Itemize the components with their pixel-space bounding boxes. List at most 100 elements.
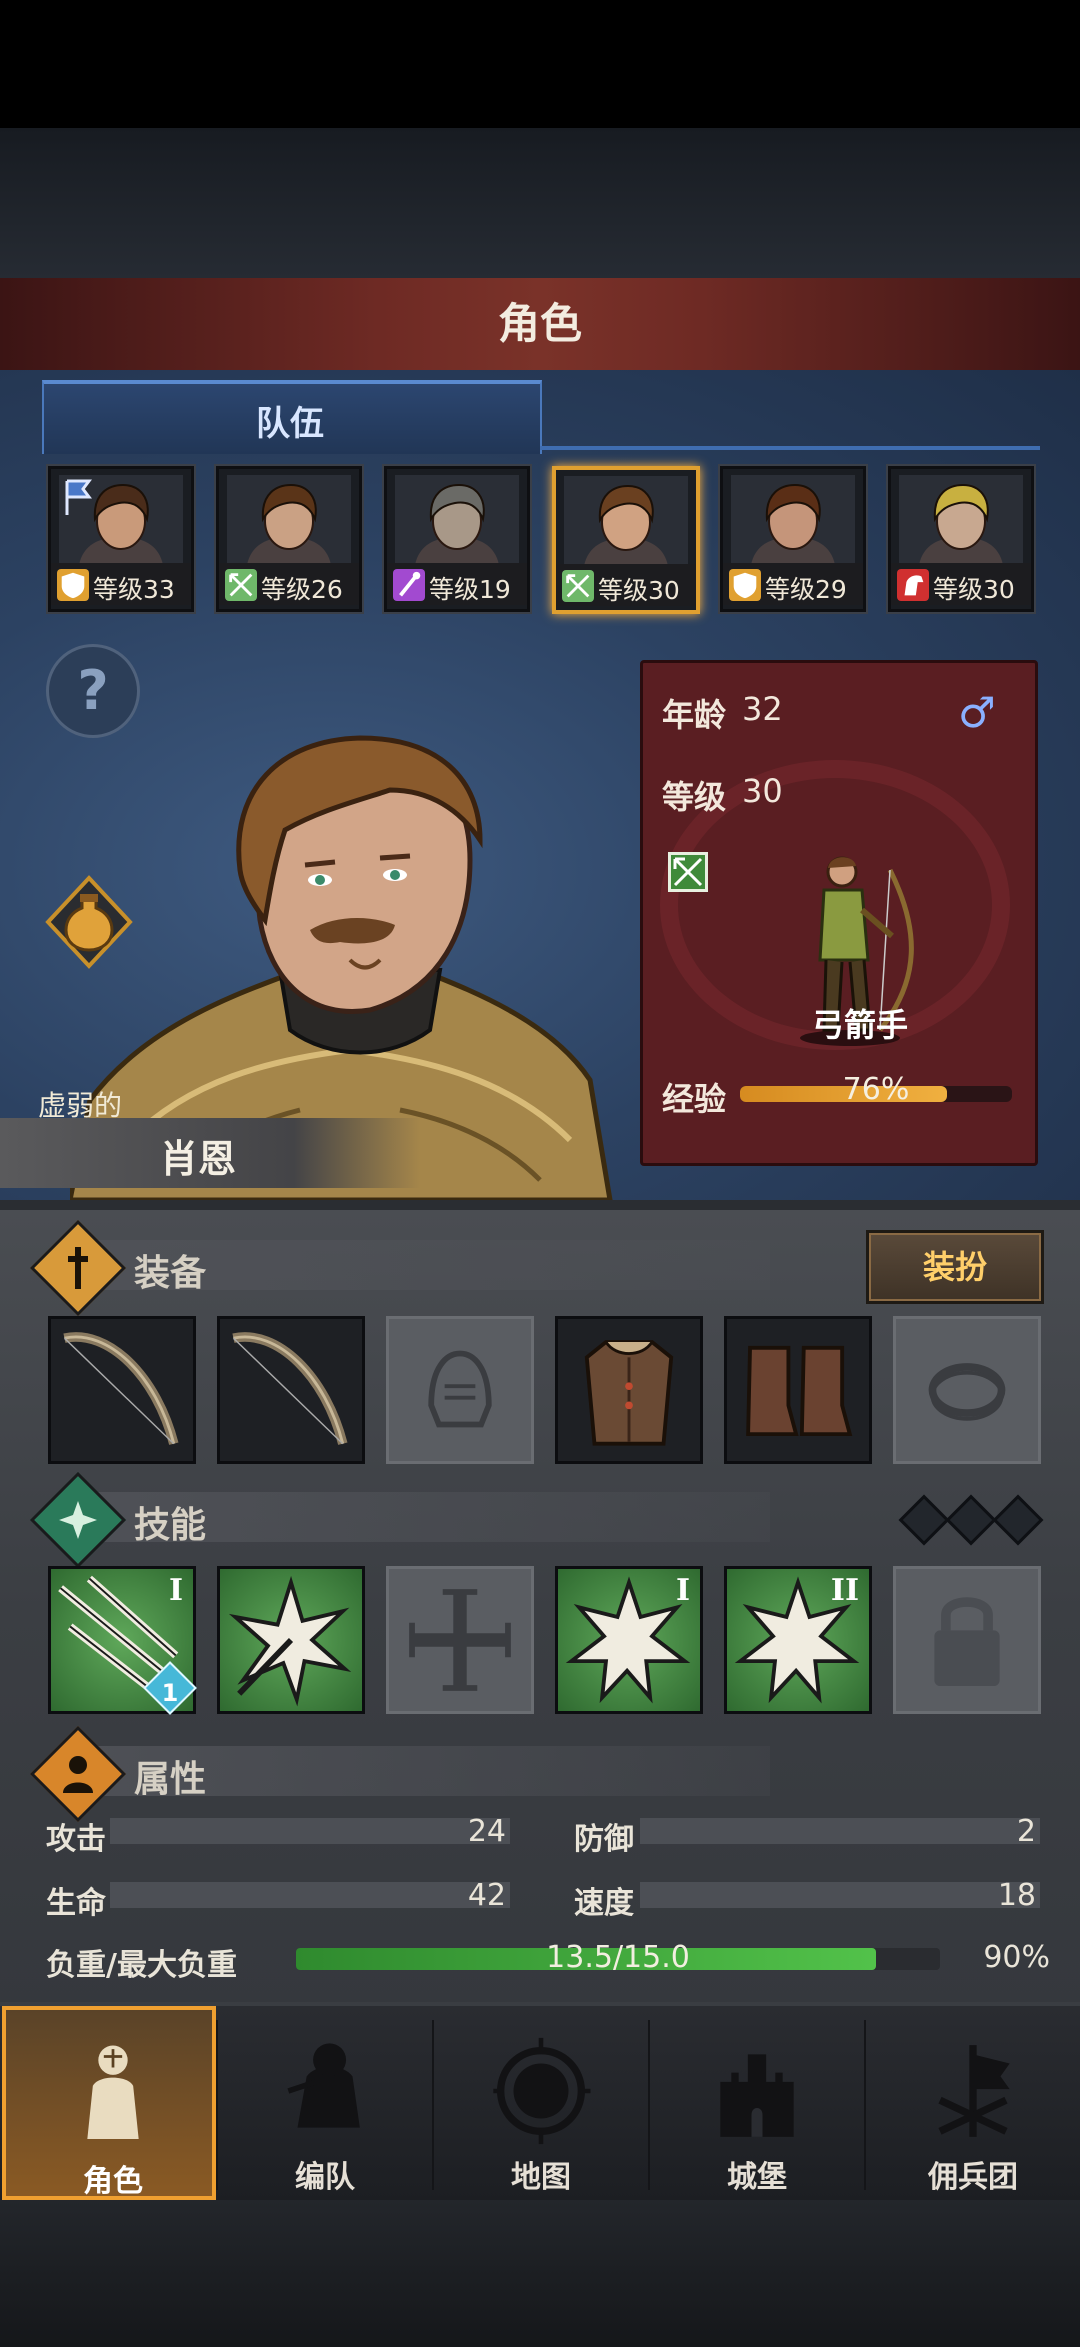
party-member[interactable]: 等级29: [720, 466, 866, 612]
system-status-bar: [0, 0, 1080, 128]
equipment-slot-ring[interactable]: [893, 1316, 1041, 1464]
nav-mercenary-banner[interactable]: 佣兵团: [866, 2006, 1080, 2200]
compass-map-icon: [493, 2037, 591, 2145]
bow-icon: [225, 569, 257, 601]
member-level: 等级26: [261, 575, 343, 604]
question-icon: ?: [77, 659, 109, 722]
member-portrait: [227, 475, 351, 565]
castle-icon: [720, 2054, 794, 2137]
nav-label: 城堡: [727, 2160, 787, 2195]
nav-label: 编队: [295, 2160, 355, 2195]
speed-value: 18: [997, 1878, 1036, 1913]
tab-team-label: 队伍: [256, 404, 324, 444]
skill-slot[interactable]: [386, 1566, 534, 1714]
equipment-slot-boots[interactable]: [724, 1316, 872, 1464]
load-value: 13.5/15.0: [546, 1940, 690, 1975]
skill-rank: I: [168, 1573, 183, 1608]
defense-value: 2: [1016, 1814, 1036, 1849]
shield-icon: [729, 569, 761, 601]
member-portrait: [395, 475, 519, 565]
shield-icon: [57, 569, 89, 601]
hp-value: 42: [467, 1878, 506, 1913]
load-percent: 90%: [983, 1940, 1050, 1975]
nav-separator: [216, 2020, 218, 2190]
member-level: 等级30: [598, 576, 680, 605]
member-portrait: [564, 476, 688, 566]
skill-rank: I: [675, 1573, 690, 1608]
nav-separator: [432, 2020, 434, 2190]
knight-icon: [87, 2045, 139, 2139]
bottom-filler: [0, 2200, 1080, 2347]
load-label: 负重/最大负重: [46, 1948, 237, 1983]
member-level: 等级30: [933, 575, 1015, 604]
age-label: 年龄: [662, 696, 727, 734]
equipment-slot-helmet[interactable]: [386, 1316, 534, 1464]
page-title: 角色: [497, 299, 582, 348]
hp-label: 生命: [46, 1886, 106, 1921]
party-member[interactable]: 等级33: [48, 466, 194, 612]
boots-icon: [746, 1345, 853, 1437]
nav-separator: [648, 2020, 650, 2190]
armor-icon: [584, 1340, 674, 1446]
skill-rank: II: [830, 1573, 859, 1608]
mercenary-banner-icon: [938, 2045, 1010, 2137]
age-value: 32: [742, 690, 783, 728]
defense-label: 防御: [574, 1822, 634, 1857]
skill-slot[interactable]: I1: [48, 1566, 197, 1715]
skill-slot[interactable]: II: [724, 1566, 872, 1714]
class-name: 弓箭手: [811, 1006, 908, 1044]
equipment-slot-armor[interactable]: [555, 1316, 703, 1464]
nav-label: 地图: [511, 2160, 571, 2195]
level-label: 等级: [662, 778, 727, 816]
nav-compass-map[interactable]: 地图: [434, 2006, 648, 2200]
bow-icon: [232, 1332, 348, 1445]
attack-label: 攻击: [46, 1822, 106, 1857]
equipment-slot-bow[interactable]: [48, 1316, 196, 1464]
hero-name[interactable]: 肖恩: [160, 1128, 236, 1183]
member-level: 等级19: [429, 575, 511, 604]
bow-icon: [63, 1332, 179, 1445]
header-background: [0, 128, 1080, 278]
nav-castle[interactable]: 城堡: [650, 2006, 864, 2200]
nav-separator: [864, 2020, 866, 2190]
exp-label: 经验: [662, 1080, 727, 1118]
horse-icon: [897, 569, 929, 601]
member-portrait: [899, 475, 1023, 565]
equipment-title: 装备: [134, 1253, 207, 1294]
arrow-burst-icon: [228, 1575, 352, 1707]
staff-icon: [393, 569, 425, 601]
nav-label: 角色: [83, 2164, 143, 2199]
helmet-icon: [428, 1350, 492, 1428]
nav-knight[interactable]: 角色: [2, 2006, 216, 2200]
party-member[interactable]: 等级30: [888, 466, 1034, 612]
bow-class-icon: [668, 852, 708, 892]
formation-icon: [287, 2043, 360, 2128]
attributes-title: 属性: [134, 1759, 207, 1800]
skill-slot-locked[interactable]: [893, 1566, 1041, 1714]
member-portrait: [731, 475, 855, 565]
speed-label: 速度: [574, 1886, 634, 1921]
tab-underline: [540, 446, 1040, 450]
equipment-slot-bow[interactable]: [217, 1316, 365, 1464]
skill-badge-count: 1: [161, 1679, 179, 1707]
party-member[interactable]: 等级30: [552, 466, 700, 614]
ring-icon: [928, 1363, 1006, 1421]
level-value: 30: [742, 772, 783, 810]
cross-icon: [409, 1589, 511, 1691]
nav-formation[interactable]: 编队: [218, 2006, 432, 2200]
party-member[interactable]: 等级26: [216, 466, 362, 612]
lock-icon: [934, 1597, 1000, 1687]
male-icon: ♂: [958, 688, 996, 737]
skills-title: 技能: [134, 1505, 207, 1546]
exp-percent: 76%: [842, 1072, 910, 1107]
skill-slot[interactable]: [217, 1566, 365, 1714]
nav-label: 佣兵团: [928, 2160, 1018, 2195]
member-portrait: [59, 475, 183, 565]
party-member[interactable]: 等级19: [384, 466, 530, 612]
skill-slot[interactable]: I: [555, 1566, 703, 1714]
member-level: 等级33: [93, 575, 175, 604]
dress-up-button[interactable]: 装扮: [866, 1230, 1044, 1304]
attack-value: 24: [467, 1814, 506, 1849]
member-level: 等级29: [765, 575, 847, 604]
bow-icon: [562, 570, 594, 602]
